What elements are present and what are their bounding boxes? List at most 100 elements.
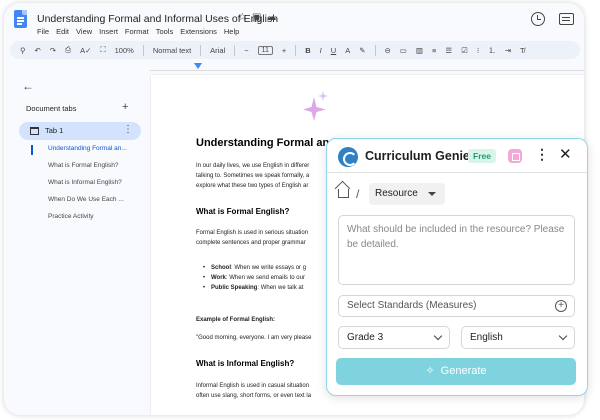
gift-icon[interactable]	[508, 149, 522, 163]
outline-item[interactable]: What is Informal English?	[48, 179, 122, 186]
menu-edit[interactable]: Edit	[56, 27, 69, 36]
outline-item[interactable]: When Do We Use Each ...	[48, 196, 124, 203]
language-select[interactable]: English	[461, 326, 575, 349]
align-icon[interactable]: ≡	[432, 46, 436, 55]
bullet-term: School	[211, 265, 232, 271]
tab-1-label: Tab 1	[45, 126, 64, 135]
title-icons: ☆ ▣ ☁	[238, 12, 276, 23]
outline-item[interactable]: Understanding Formal an...	[48, 145, 127, 152]
more-options-icon[interactable]: ⋮	[535, 146, 549, 163]
menu-insert[interactable]: Insert	[99, 27, 118, 36]
intro-line: explore what these two types of English …	[196, 183, 309, 189]
menu-view[interactable]: View	[76, 27, 92, 36]
back-arrow-icon[interactable]: ←	[22, 79, 34, 93]
bold-icon[interactable]: B	[305, 46, 310, 55]
italic-icon[interactable]: I	[320, 46, 322, 55]
bullets-icon[interactable]: ⁝	[477, 46, 479, 55]
add-standard-icon[interactable]: +	[555, 300, 567, 312]
menu-extensions[interactable]: Extensions	[180, 27, 217, 36]
tab-1[interactable]: Tab 1 ⋮	[19, 122, 141, 140]
underline-icon[interactable]: U	[331, 46, 336, 55]
resource-dropdown[interactable]: Resource	[369, 183, 445, 205]
ruler[interactable]	[150, 63, 584, 71]
cloud-status-icon[interactable]: ☁	[266, 12, 276, 23]
toolbar-divider	[295, 44, 297, 56]
curriculum-genie-panel: Curriculum Genie Free ⋮ ✕ / Resource Wha…	[326, 138, 588, 396]
formatting-toolbar: ⚲ ↶ ↷ ⎙ A✓ ⛶ 100% Normal text Arial − 11…	[10, 41, 580, 59]
generate-label: Generate	[440, 365, 487, 377]
paint-format-icon[interactable]: ⛶	[100, 45, 105, 55]
print-icon[interactable]: ⎙	[65, 45, 71, 55]
formal-heading: What is Formal English?	[196, 207, 290, 216]
spellcheck-icon[interactable]: A✓	[80, 46, 91, 55]
active-indicator	[31, 145, 33, 155]
outline-item[interactable]: Practice Activity	[48, 213, 94, 220]
zoom-select[interactable]: 100%	[115, 46, 134, 55]
document-tabs-heading: Document tabs	[26, 104, 77, 113]
informal-line: often use slang, short forms, or even te…	[196, 393, 312, 399]
undo-icon[interactable]: ↶	[35, 46, 41, 55]
tab-more-icon[interactable]: ⋮	[123, 124, 133, 135]
style-select[interactable]: Normal text	[153, 46, 191, 55]
redo-icon[interactable]: ↷	[50, 46, 56, 55]
document-tabs-sidebar: ← Document tabs + Tab 1 ⋮ Understanding …	[4, 73, 146, 415]
title-bar: Understanding Formal and Informal Uses o…	[4, 3, 584, 39]
docs-logo-icon[interactable]	[14, 10, 27, 28]
font-select[interactable]: Arial	[210, 46, 225, 55]
tab-icon	[30, 127, 39, 135]
increase-font-icon[interactable]: +	[282, 46, 286, 55]
checklist-icon[interactable]: ☑	[461, 46, 468, 55]
move-folder-icon[interactable]: ▣	[252, 12, 261, 23]
toolbar-divider	[374, 44, 376, 56]
menu-file[interactable]: File	[37, 27, 49, 36]
add-tab-icon[interactable]: +	[122, 101, 128, 113]
image-icon[interactable]: ▨	[416, 46, 423, 55]
text-color-icon[interactable]: A	[345, 46, 350, 55]
formal-line: complete sentences and proper grammar	[196, 240, 306, 246]
informal-line: Informal English is used in casual situa…	[196, 383, 310, 389]
header-divider	[327, 172, 587, 173]
star-icon[interactable]: ☆	[238, 12, 247, 23]
menu-format[interactable]: Format	[125, 27, 149, 36]
bullet-item: Work: When we send emails to our	[203, 275, 305, 281]
standards-selector[interactable]: Select Standards (Measures) +	[338, 295, 575, 317]
formal-line: Formal English is used in serious situat…	[196, 230, 309, 236]
highlight-icon[interactable]: ✎	[359, 46, 365, 55]
menu-help[interactable]: Help	[224, 27, 239, 36]
example-label: Example of Formal English:	[196, 317, 276, 323]
numbered-list-icon[interactable]: ⒈	[488, 45, 496, 56]
panel-title: Curriculum Genie	[365, 149, 470, 163]
curriculum-genie-logo-icon	[338, 147, 358, 167]
close-icon[interactable]: ✕	[559, 145, 572, 163]
indent-marker-icon[interactable]	[194, 63, 202, 69]
magic-wand-icon: ✧	[425, 365, 435, 377]
comment-add-icon[interactable]: ▭	[400, 46, 407, 55]
menu-tools[interactable]: Tools	[156, 27, 174, 36]
informal-heading: What is Informal English?	[196, 359, 295, 368]
generate-button[interactable]: ✧ Generate	[336, 358, 576, 385]
bullet-item: School: When we write essays or g	[203, 265, 307, 271]
link-icon[interactable]: ⊖	[385, 46, 391, 55]
comments-icon[interactable]	[559, 13, 574, 25]
search-menus-icon[interactable]: ⚲	[20, 46, 26, 55]
grade-select[interactable]: Grade 3	[338, 326, 450, 349]
outline-item[interactable]: What is Formal English?	[48, 162, 118, 169]
standards-placeholder: Select Standards (Measures)	[347, 300, 477, 311]
font-size-input[interactable]: 11	[257, 45, 273, 55]
bullet-text: : When we talk at	[257, 285, 304, 291]
indent-icon[interactable]: ⇥	[505, 46, 511, 55]
clear-format-icon[interactable]: T̸	[520, 46, 525, 55]
resource-details-textarea[interactable]: What should be included in the resource?…	[338, 215, 575, 285]
line-spacing-icon[interactable]: ☰	[445, 46, 452, 55]
home-icon[interactable]	[338, 189, 349, 198]
bullet-text: : When we write essays or g	[231, 265, 307, 271]
plan-badge: Free	[468, 149, 496, 163]
toolbar-divider	[142, 44, 144, 56]
toolbar-divider	[234, 44, 236, 56]
language-value: English	[470, 332, 503, 343]
menu-bar: File Edit View Insert Format Tools Exten…	[37, 27, 239, 36]
resource-label: Resource	[375, 188, 418, 199]
version-history-icon[interactable]	[531, 12, 545, 26]
caret-down-icon	[428, 192, 436, 196]
decrease-font-icon[interactable]: −	[244, 46, 248, 55]
